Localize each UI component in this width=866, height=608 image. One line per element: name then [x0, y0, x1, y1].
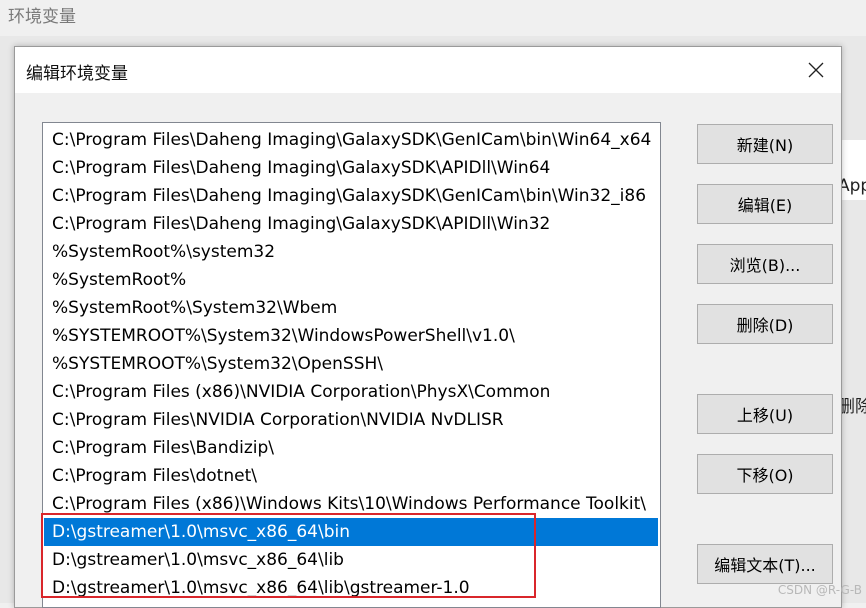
edit-button[interactable]: 编辑(E)	[697, 184, 833, 224]
close-button[interactable]	[801, 55, 831, 85]
path-list-item[interactable]: C:\Program Files\Daheng Imaging\GalaxySD…	[44, 210, 658, 238]
move-down-button[interactable]: 下移(O)	[697, 454, 833, 494]
browse-button[interactable]: 浏览(B)...	[697, 244, 833, 284]
path-list-item[interactable]: D:\gstreamer\1.0\msvc_x86_64\lib\gstream…	[44, 574, 658, 602]
path-list-item[interactable]: C:\Program Files\dotnet\	[44, 462, 658, 490]
watermark: CSDN @R-G-B	[777, 583, 862, 597]
path-list-item[interactable]: C:\Program Files\Daheng Imaging\GalaxySD…	[44, 126, 658, 154]
dialog-title: 编辑环境变量	[26, 64, 128, 84]
path-list-item[interactable]: C:\Program Files (x86)\NVIDIA Corporatio…	[44, 378, 658, 406]
path-list-item[interactable]: %SYSTEMROOT%\System32\OpenSSH\	[44, 350, 658, 378]
path-list-item[interactable]: %SystemRoot%\System32\Wbem	[44, 294, 658, 322]
path-list-item[interactable]: %SystemRoot%\system32	[44, 238, 658, 266]
dialog-titlebar: 编辑环境变量	[15, 47, 841, 93]
path-list-item[interactable]: C:\Program Files\NVIDIA Corporation\NVID…	[44, 406, 658, 434]
edit-text-button[interactable]: 编辑文本(T)...	[697, 544, 833, 584]
background-delete-button-edge[interactable]: 删除(	[838, 392, 866, 417]
edit-env-var-dialog: 编辑环境变量 C:\Program Files\Daheng Imaging\G…	[14, 46, 842, 608]
background-list-text: App	[838, 176, 866, 196]
path-list-item[interactable]: %SystemRoot%	[44, 266, 658, 294]
path-list-item[interactable]: C:\Program Files\Bandizip\	[44, 434, 658, 462]
path-list[interactable]: C:\Program Files\Daheng Imaging\GalaxySD…	[42, 122, 661, 608]
path-list-item[interactable]: D:\gstreamer\1.0\msvc_x86_64\lib	[44, 546, 658, 574]
new-button[interactable]: 新建(N)	[697, 124, 833, 164]
path-list-item[interactable]: %SYSTEMROOT%\System32\WindowsPowerShell\…	[44, 322, 658, 350]
path-list-item[interactable]: C:\Program Files\Daheng Imaging\GalaxySD…	[44, 182, 658, 210]
path-list-item[interactable]: D:\gstreamer\1.0\msvc_x86_64\bin	[44, 518, 658, 546]
close-icon	[808, 62, 824, 78]
delete-button[interactable]: 删除(D)	[697, 304, 833, 344]
path-list-item[interactable]: C:\Program Files (x86)\Windows Kits\10\W…	[44, 490, 658, 518]
path-list-item[interactable]: C:\Program Files\Daheng Imaging\GalaxySD…	[44, 154, 658, 182]
background-window-title: 环境变量	[8, 7, 76, 27]
move-up-button[interactable]: 上移(U)	[697, 394, 833, 434]
